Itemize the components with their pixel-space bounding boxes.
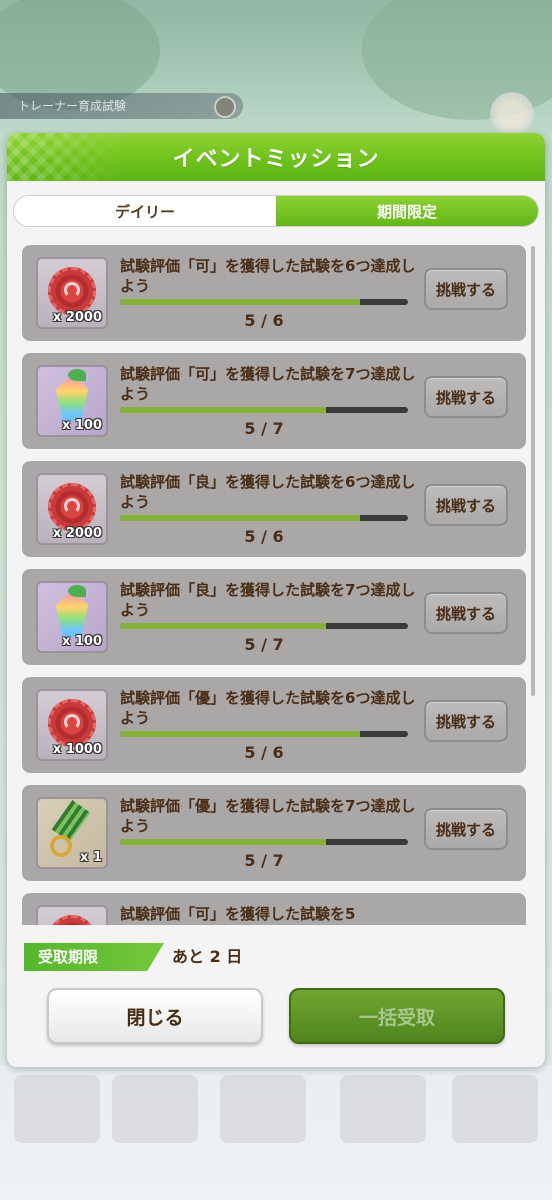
- gem-leaf-icon: [68, 585, 86, 597]
- reward-quantity: x 1000: [52, 742, 102, 757]
- challenge-button[interactable]: 挑戦する: [424, 808, 508, 850]
- avatar: [490, 92, 534, 136]
- tab-bar: デイリー 期間限定: [13, 195, 539, 227]
- progress-fill: [120, 839, 326, 845]
- deadline-label: 受取期限: [24, 943, 164, 971]
- reward-quantity: x 2000: [52, 526, 102, 541]
- mission-card: x 100 試験評価「可」を獲得した試験を7つ達成しよう 5 / 7 挑戦する: [22, 353, 526, 449]
- mission-description: 試験評価「可」を獲得した試験を7つ達成しよう: [120, 365, 416, 403]
- mission-description: 試験評価「可」を獲得した試験を6つ達成しよう: [120, 257, 416, 295]
- red-coin-icon: [48, 483, 96, 531]
- progress-fill: [120, 623, 326, 629]
- mission-card: 試験評価「可」を獲得した試験を5: [22, 893, 526, 925]
- reward-quantity: x 100: [61, 418, 102, 433]
- challenge-button[interactable]: 挑戦する: [424, 268, 508, 310]
- mission-card: x 1 試験評価「優」を獲得した試験を7つ達成しよう 5 / 7 挑戦する: [22, 785, 526, 881]
- mission-description: 試験評価「優」を獲得した試験を6つ達成しよう: [120, 689, 416, 727]
- gem-leaf-icon: [68, 369, 86, 381]
- progress-fill: [120, 731, 360, 737]
- reward-icon-box: x 2000: [36, 473, 108, 545]
- red-coin-icon: [48, 915, 96, 925]
- progress-bar: [120, 731, 408, 737]
- mission-card: x 100 試験評価「良」を獲得した試験を7つ達成しよう 5 / 7 挑戦する: [22, 569, 526, 665]
- tab-daily[interactable]: デイリー: [14, 196, 276, 226]
- progress-count: 5 / 7: [244, 851, 284, 870]
- mission-description: 試験評価「可」を獲得した試験を5: [120, 905, 356, 923]
- progress-bar: [120, 299, 408, 305]
- bottom-nav-item: [14, 1075, 100, 1143]
- mission-list[interactable]: x 2000 試験評価「可」を獲得した試験を6つ達成しよう 5 / 6 挑戦する…: [22, 245, 528, 925]
- close-button[interactable]: 閉じる: [47, 988, 263, 1044]
- reward-icon-box: x 2000: [36, 257, 108, 329]
- reward-quantity: x 2000: [52, 310, 102, 325]
- claim-all-button[interactable]: 一括受取: [289, 988, 505, 1044]
- dialog-header: イベントミッション: [7, 133, 545, 181]
- reward-icon-box: x 1000: [36, 689, 108, 761]
- red-coin-icon: [48, 699, 96, 747]
- progress-count: 5 / 7: [244, 419, 284, 438]
- progress-fill: [120, 299, 360, 305]
- mission-card: x 2000 試験評価「可」を獲得した試験を6つ達成しよう 5 / 6 挑戦する: [22, 245, 526, 341]
- bottom-nav-item: [340, 1075, 426, 1143]
- list-scrollbar[interactable]: [531, 246, 535, 696]
- progress-bar: [120, 407, 408, 413]
- mission-card: x 2000 試験評価「良」を獲得した試験を6つ達成しよう 5 / 6 挑戦する: [22, 461, 526, 557]
- mission-description: 試験評価「良」を獲得した試験を7つ達成しよう: [120, 581, 416, 619]
- mission-description: 試験評価「優」を獲得した試験を7つ達成しよう: [120, 797, 416, 835]
- tab-limited-time[interactable]: 期間限定: [276, 196, 538, 226]
- bottom-nav-item: [220, 1075, 306, 1143]
- challenge-button[interactable]: 挑戦する: [424, 592, 508, 634]
- reward-icon-box: x 100: [36, 365, 108, 437]
- progress-count: 5 / 7: [244, 635, 284, 654]
- progress-count: 5 / 6: [244, 743, 284, 762]
- reward-quantity: x 1: [80, 850, 102, 865]
- progress-fill: [120, 407, 326, 413]
- progress-bar: [120, 515, 408, 521]
- progress-count: 5 / 6: [244, 311, 284, 330]
- reward-icon-box: x 100: [36, 581, 108, 653]
- reward-icon-box: x 1: [36, 797, 108, 869]
- progress-fill: [120, 515, 360, 521]
- reward-quantity: x 100: [61, 634, 102, 649]
- progress-count: 5 / 6: [244, 527, 284, 546]
- red-coin-icon: [48, 267, 96, 315]
- info-icon: [214, 96, 236, 118]
- rainbow-gem-icon: [56, 591, 88, 637]
- challenge-button[interactable]: 挑戦する: [424, 700, 508, 742]
- dialog-title: イベントミッション: [172, 147, 380, 172]
- deadline-value: あと 2 日: [172, 947, 243, 966]
- progress-bar: [120, 839, 408, 845]
- event-mission-dialog: イベントミッション デイリー 期間限定 x 2000 試験評価「可」を獲得した試…: [7, 133, 545, 1067]
- mission-card: x 1000 試験評価「優」を獲得した試験を6つ達成しよう 5 / 6 挑戦する: [22, 677, 526, 773]
- progress-bar: [120, 623, 408, 629]
- bottom-nav-item: [112, 1075, 198, 1143]
- background-scene: [0, 0, 552, 140]
- horseshoe-icon: [50, 835, 72, 857]
- bottom-nav-item: [452, 1075, 538, 1143]
- rainbow-gem-icon: [56, 375, 88, 421]
- challenge-button[interactable]: 挑戦する: [424, 484, 508, 526]
- mission-description: 試験評価「良」を獲得した試験を6つ達成しよう: [120, 473, 416, 511]
- trainer-exam-bar: トレーナー育成試験: [0, 93, 243, 119]
- reward-icon-box: [36, 905, 108, 925]
- challenge-button[interactable]: 挑戦する: [424, 376, 508, 418]
